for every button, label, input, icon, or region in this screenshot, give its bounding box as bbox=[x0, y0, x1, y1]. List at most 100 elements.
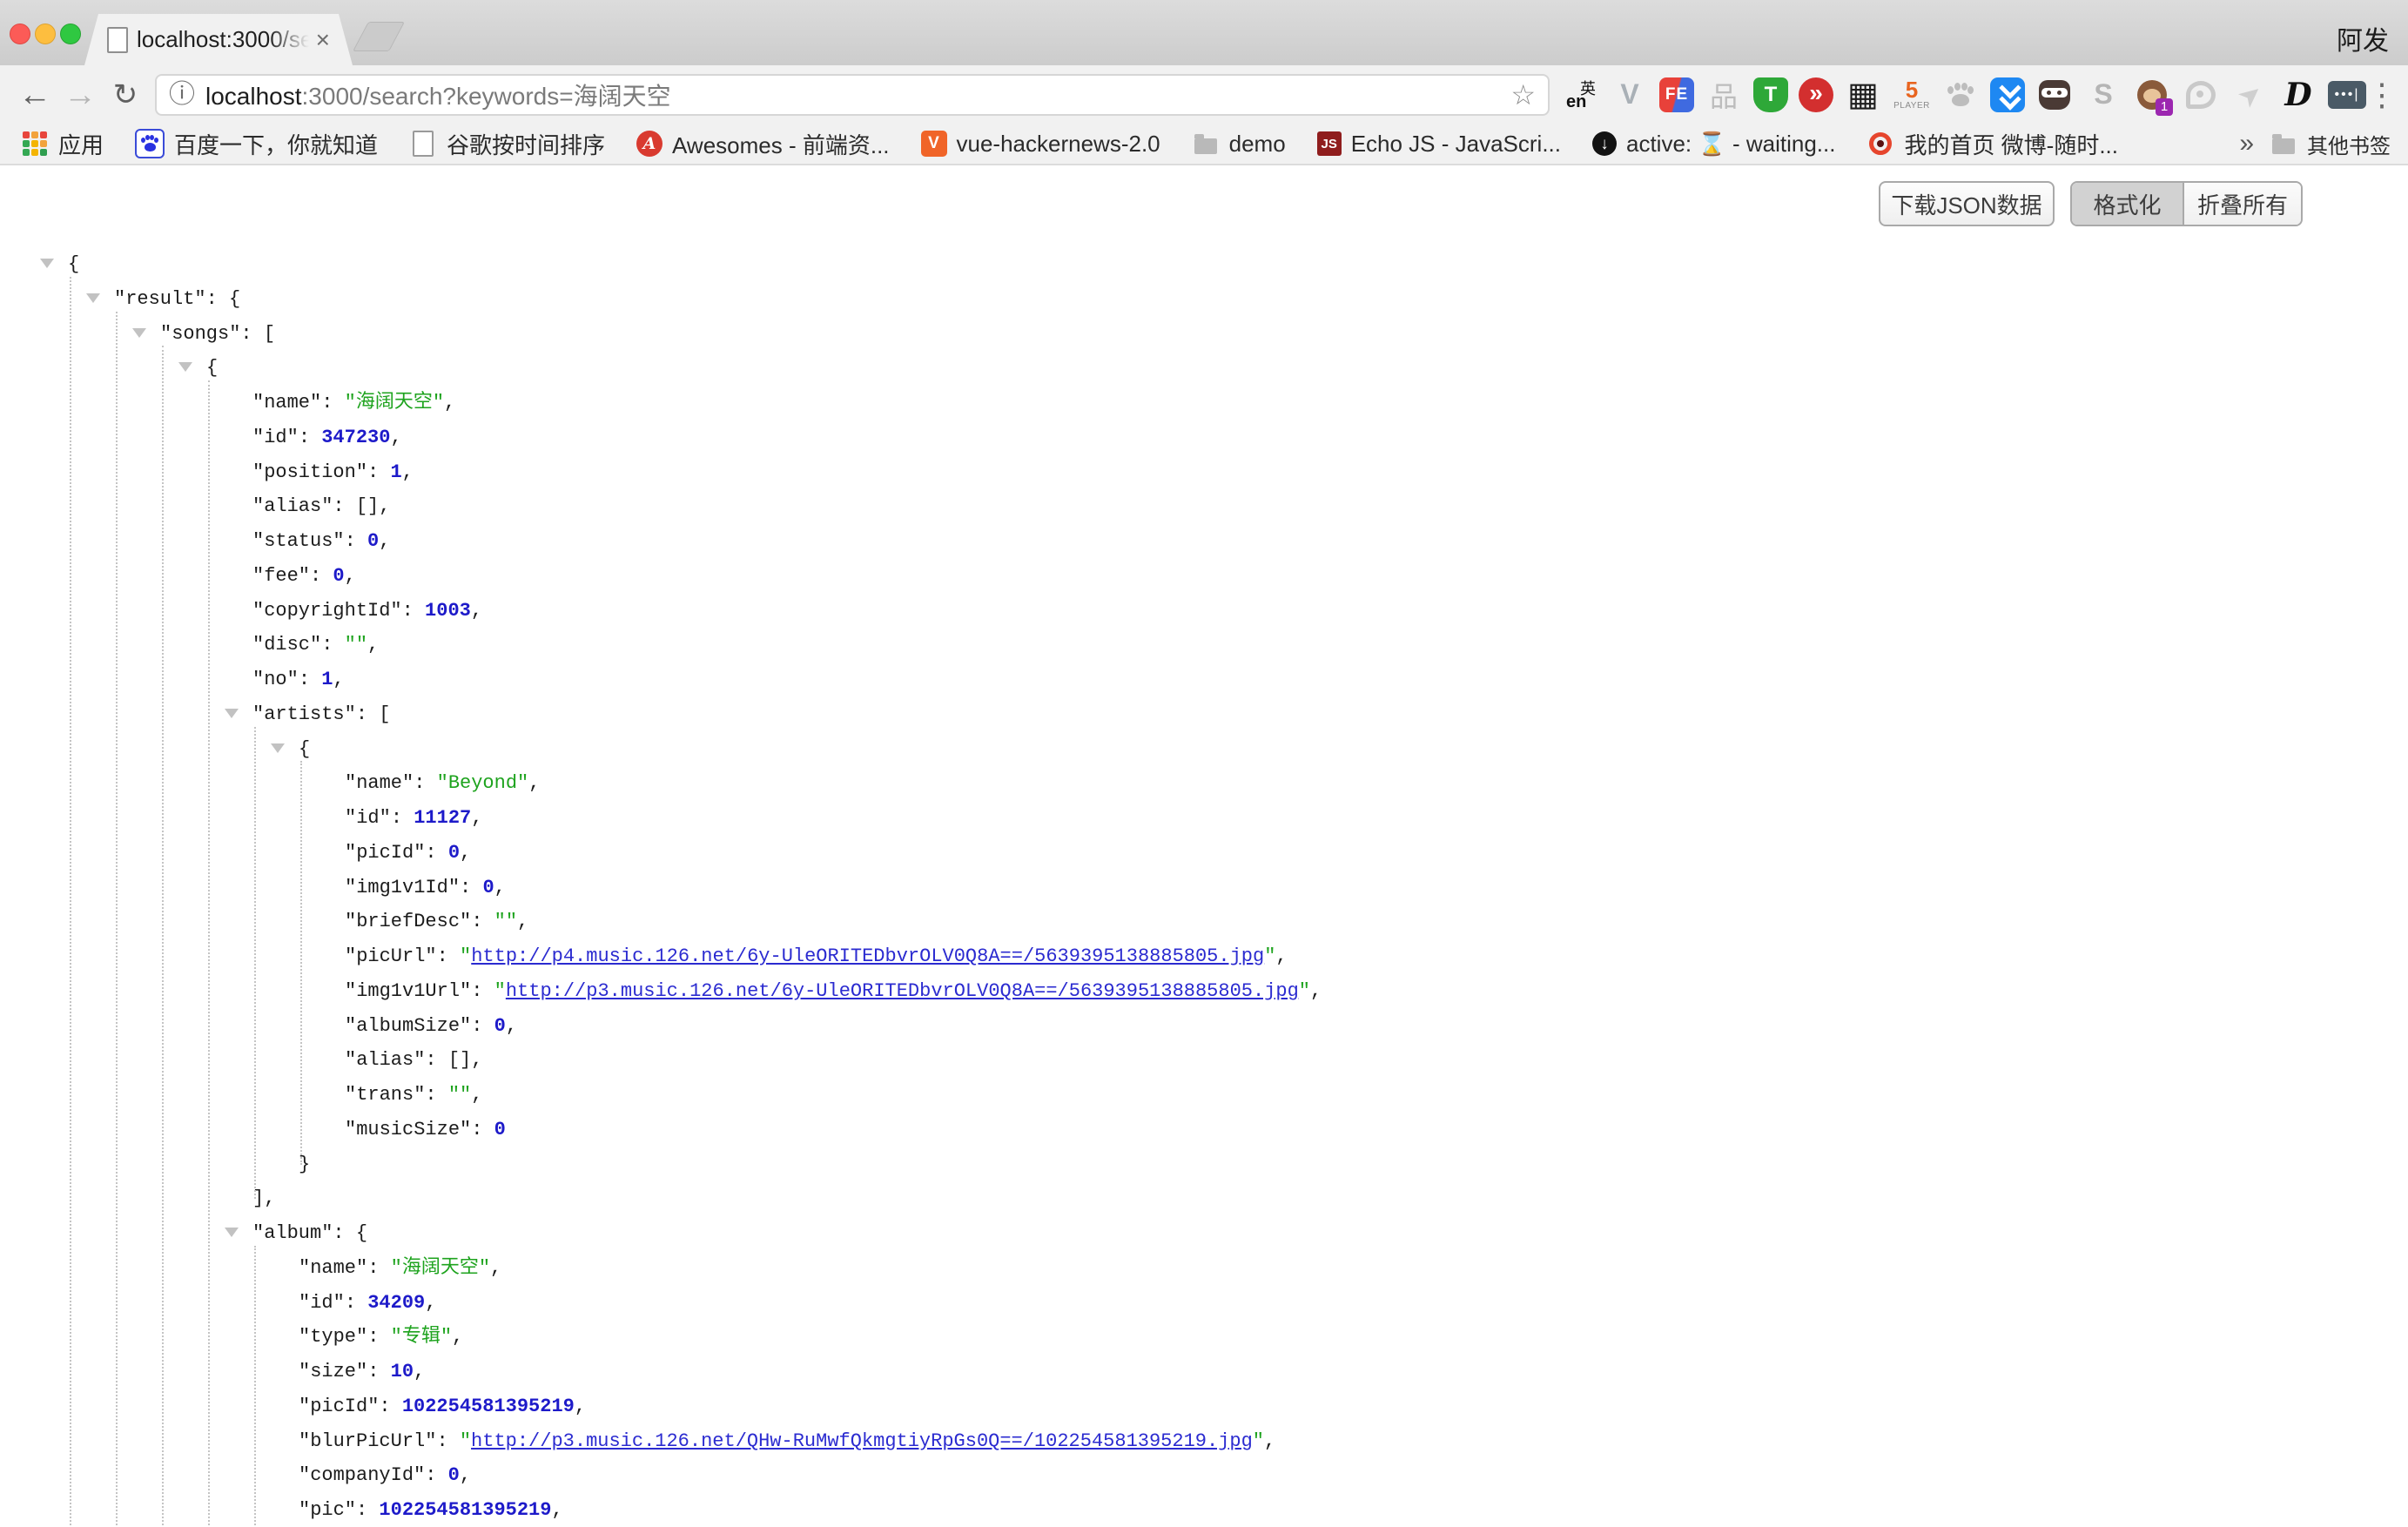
tampermonkey-icon[interactable]: T bbox=[1753, 77, 1788, 112]
json-url-link[interactable]: http://p4.music.126.net/6y-UleORITEDbvrO… bbox=[471, 945, 1264, 967]
site-info-icon[interactable]: ⓘ bbox=[169, 82, 195, 108]
json-line: "trans": "", bbox=[0, 1078, 2408, 1113]
active-tab[interactable]: localhost:3000/search?keywor × bbox=[84, 14, 353, 65]
profile-name[interactable]: 阿发 bbox=[2337, 19, 2389, 57]
json-line: "result": { bbox=[0, 282, 2408, 317]
bm-page-icon bbox=[409, 130, 437, 158]
url-path: :3000/search?keywords=海阔天空 bbox=[302, 83, 671, 110]
bm-folder-icon bbox=[1192, 130, 1220, 158]
json-line: "name": "海阔天空", bbox=[0, 1251, 2408, 1286]
json-line: "copyrightId": 1003, bbox=[0, 594, 2408, 629]
address-bar[interactable]: ⓘ localhost:3000/search?keywords=海阔天空 ☆ bbox=[155, 74, 1550, 116]
url-host: localhost bbox=[205, 83, 302, 110]
bookmark-echojs[interactable]: JSEcho JS - JavaScri... bbox=[1317, 131, 1561, 158]
bookmark-star-icon[interactable]: ☆ bbox=[1510, 81, 1536, 109]
bookmark-google-sorted[interactable]: 谷歌按时间排序 bbox=[409, 128, 605, 160]
postman-interceptor-icon[interactable] bbox=[2035, 76, 2074, 114]
collapse-toggle-icon[interactable] bbox=[178, 362, 192, 372]
json-line: "picId": 102254581395219, bbox=[0, 1389, 2408, 1424]
collapse-toggle-icon[interactable] bbox=[86, 293, 100, 303]
fehelper-icon[interactable]: FE bbox=[1659, 77, 1694, 112]
collapse-toggle-icon[interactable] bbox=[225, 1228, 239, 1237]
json-line: "name": "海阔天空", bbox=[0, 386, 2408, 420]
scope-guide-line bbox=[70, 277, 71, 1525]
bookmark-label: active: ⌛ - waiting... bbox=[1626, 131, 1835, 158]
qrcode-extension-icon[interactable]: ▦ bbox=[1844, 76, 1882, 114]
bm-awesomes-icon: A bbox=[636, 131, 663, 157]
json-line: ], bbox=[0, 1181, 2408, 1216]
bookmark-label: vue-hackernews-2.0 bbox=[957, 131, 1160, 158]
json-line: "status": 0, bbox=[0, 524, 2408, 559]
origami-bird-extension-icon[interactable]: ➤ bbox=[2230, 76, 2269, 114]
bm-weibo-icon bbox=[1867, 130, 1894, 158]
back-button[interactable]: ← bbox=[12, 78, 57, 111]
json-line: "no": 1, bbox=[0, 663, 2408, 697]
bookmarks-overflow-icon[interactable]: » bbox=[2239, 129, 2254, 158]
page-content: 下载JSON数据 格式化 折叠所有 {"result": {"songs": [… bbox=[0, 165, 2408, 1525]
collapse-all-button[interactable]: 折叠所有 bbox=[2184, 183, 2301, 225]
video-fastforward-icon[interactable]: » bbox=[1799, 77, 1833, 112]
tab-title: localhost:3000/search?keywor bbox=[137, 26, 309, 53]
weibo-extension-icon[interactable] bbox=[2182, 76, 2220, 114]
minimize-window-button[interactable] bbox=[35, 24, 56, 44]
tab-bar: localhost:3000/search?keywor × 阿发 bbox=[0, 0, 2408, 65]
zoom-window-button[interactable] bbox=[60, 24, 81, 44]
scope-guide-line bbox=[254, 1246, 256, 1525]
json-url-link[interactable]: http://p3.music.126.net/6y-UleORITEDbvrO… bbox=[506, 980, 1299, 1002]
bm-vue-icon: V bbox=[921, 131, 947, 157]
scope-guide-line bbox=[162, 346, 164, 1525]
extensions-row: 英en V FE 品T » ▦ 5PLAYER S1 ➤ D •••| bbox=[1562, 76, 2366, 114]
json-line: { bbox=[0, 351, 2408, 386]
json-line: "size": 10, bbox=[0, 1355, 2408, 1389]
d-letter-extension-icon[interactable]: D bbox=[2279, 76, 2317, 114]
new-tab-button[interactable] bbox=[353, 22, 405, 51]
password-manager-icon[interactable]: •••| bbox=[2328, 81, 2366, 109]
collapse-toggle-icon[interactable] bbox=[225, 709, 239, 718]
bookmark-demo-folder[interactable]: demo bbox=[1192, 130, 1286, 158]
collapse-toggle-icon[interactable] bbox=[271, 743, 285, 753]
format-button[interactable]: 格式化 bbox=[2072, 183, 2184, 225]
json-line: { bbox=[0, 247, 2408, 282]
vysor-icon[interactable] bbox=[1990, 77, 2025, 112]
scope-guide-line bbox=[300, 761, 302, 1164]
traffic-lights bbox=[10, 24, 81, 44]
json-line: "musicSize": 0 bbox=[0, 1113, 2408, 1147]
collapse-toggle-icon[interactable] bbox=[40, 259, 54, 268]
browser-toolbar: ← → ↻ ⓘ localhost:3000/search?keywords=海… bbox=[0, 65, 2408, 124]
bookmark-active[interactable]: ↓ active: ⌛ - waiting... bbox=[1592, 131, 1835, 158]
tab-close-icon[interactable]: × bbox=[316, 28, 330, 52]
reload-button[interactable]: ↻ bbox=[103, 80, 148, 110]
bookmark-label: 应用 bbox=[58, 128, 104, 160]
other-bookmarks-button[interactable]: 其他书签 bbox=[2270, 129, 2391, 159]
sitemap-extension-icon[interactable]: 品 bbox=[1705, 76, 1743, 114]
scope-guide-line bbox=[208, 380, 210, 1525]
html5-player-icon[interactable]: 5PLAYER bbox=[1893, 76, 1931, 114]
bm-active-icon: ↓ bbox=[1592, 131, 1617, 156]
url-text: localhost:3000/search?keywords=海阔天空 bbox=[205, 77, 671, 112]
forward-button[interactable]: → bbox=[57, 78, 103, 111]
paw-extension-icon[interactable] bbox=[1941, 76, 1980, 114]
monkey-extension-icon[interactable]: 1 bbox=[2133, 76, 2171, 114]
folder-icon bbox=[2270, 130, 2297, 158]
json-viewer: {"result": {"songs": [{"name": "海阔天空","i… bbox=[0, 247, 2408, 1525]
vue-devtools-icon[interactable]: V bbox=[1611, 76, 1649, 114]
json-line: "position": 1, bbox=[0, 455, 2408, 490]
view-mode-group: 格式化 折叠所有 bbox=[2070, 181, 2303, 226]
bookmark-vue-hackernews[interactable]: Vvue-hackernews-2.0 bbox=[921, 131, 1160, 158]
json-line: "alias": [], bbox=[0, 1043, 2408, 1078]
download-json-button[interactable]: 下载JSON数据 bbox=[1879, 181, 2055, 226]
collapse-toggle-icon[interactable] bbox=[132, 328, 146, 338]
bookmark-weibo-home[interactable]: 我的首页 微博-随时... bbox=[1867, 128, 2118, 160]
close-window-button[interactable] bbox=[10, 24, 30, 44]
bookmark-apps[interactable]: 应用 bbox=[21, 128, 104, 160]
browser-menu-icon[interactable]: ⋮ bbox=[2366, 77, 2396, 113]
stylish-icon[interactable]: S bbox=[2084, 76, 2122, 114]
bookmark-baidu[interactable]: 百度一下，你就知道 bbox=[135, 128, 378, 160]
json-line: "picUrl": "http://p4.music.126.net/6y-Ul… bbox=[0, 939, 2408, 974]
json-line: "disc": "", bbox=[0, 628, 2408, 663]
translate-extension-icon[interactable]: 英en bbox=[1562, 76, 1600, 114]
json-url-link[interactable]: http://p3.music.126.net/QHw-RuMwfQkmgtiy… bbox=[471, 1430, 1253, 1452]
json-line: "id": 11127, bbox=[0, 801, 2408, 836]
bookmark-awesomes[interactable]: AAwesomes - 前端资... bbox=[636, 128, 889, 160]
json-line: "briefDesc": "", bbox=[0, 905, 2408, 939]
